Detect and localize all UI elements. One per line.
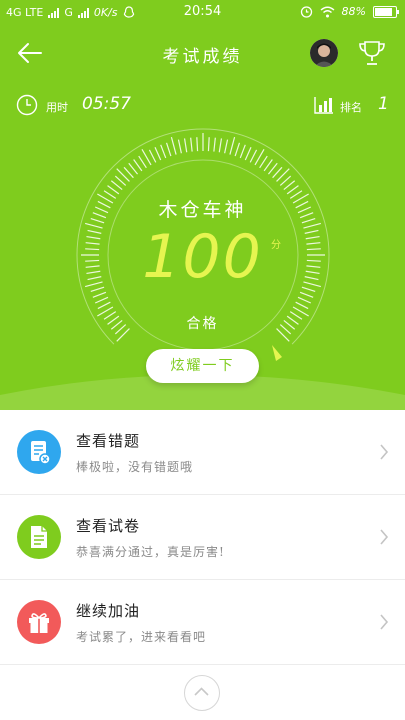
gauge-tick	[272, 166, 283, 179]
gift-icon	[17, 600, 61, 644]
gauge-tick	[263, 159, 273, 172]
chevron-right-icon	[380, 529, 389, 545]
exam-paper-icon	[17, 515, 61, 559]
gauge-tick	[207, 137, 210, 152]
scroll-up-button[interactable]	[184, 675, 220, 711]
gauge-tick	[128, 162, 139, 175]
action-list: 查看错题 棒极啦，没有错题哦 查看试卷 恭喜满分通过，真是厉害! 继续加油 考试…	[0, 410, 405, 665]
pass-status: 合格	[186, 316, 219, 332]
gauge-tick	[190, 137, 193, 152]
gauge-tick	[107, 185, 120, 195]
gauge-tick	[138, 155, 147, 169]
gauge-tick	[110, 180, 123, 191]
wrong-questions-icon	[17, 430, 61, 474]
wrong-questions-item[interactable]: 查看错题 棒极啦，没有错题哦	[0, 410, 405, 495]
item-subtitle: 考试累了，进来看看吧	[76, 630, 207, 644]
gauge-tick	[295, 301, 309, 310]
gauge-tick	[165, 142, 172, 157]
share-button[interactable]: 炫耀一下	[146, 349, 259, 383]
chevron-right-icon	[380, 614, 389, 630]
item-title: 继续加油	[76, 602, 141, 620]
item-subtitle: 棒极啦，没有错题哦	[76, 460, 194, 474]
gauge-tick	[218, 138, 223, 153]
gauge-tick	[97, 301, 111, 310]
gauge-tick	[148, 149, 157, 163]
item-subtitle: 恭喜满分通过，真是厉害!	[76, 545, 225, 559]
score-title: 木仓车神	[158, 199, 247, 221]
gauge-tick	[213, 137, 216, 152]
chevron-right-icon	[380, 444, 389, 460]
gauge-tick	[249, 149, 258, 163]
chevron-up-icon	[194, 687, 209, 696]
gauge-tick	[92, 291, 107, 298]
gauge-tick	[297, 296, 312, 304]
gauge-tick	[133, 159, 143, 172]
score-unit: 分	[271, 240, 281, 251]
gauge-tick	[299, 291, 314, 298]
score-hero: 4G LTE G 0K/s 20:54 88% 考试成绩 用时 05:57 排名…	[0, 0, 405, 410]
gauge-tick	[244, 146, 252, 161]
item-title: 查看错题	[76, 432, 141, 450]
gauge-tick	[224, 139, 229, 154]
score-value: 100	[142, 222, 263, 292]
gauge-tick	[267, 162, 278, 175]
gauge-tick	[286, 185, 299, 195]
gauge-tick	[94, 296, 109, 304]
gauge-tick	[177, 139, 182, 154]
gauge-tick	[183, 138, 188, 153]
exam-paper-item[interactable]: 查看试卷 恭喜满分通过，真是厉害!	[0, 495, 405, 580]
gauge-tick	[234, 142, 241, 157]
gauge-tick	[123, 166, 134, 179]
gauge-tick	[279, 175, 292, 186]
gauge-tick	[229, 137, 236, 155]
keep-going-item[interactable]: 继续加油 考试累了，进来看看吧	[0, 580, 405, 665]
gauge-tick	[114, 175, 127, 186]
gauge-tick	[283, 180, 296, 191]
gauge-tick	[196, 137, 199, 152]
item-title: 查看试卷	[76, 517, 141, 535]
gauge-tick	[239, 144, 246, 159]
gauge-tick	[154, 146, 162, 161]
gauge-tick	[160, 144, 167, 159]
gauge-tick	[170, 137, 177, 155]
gauge-tick	[259, 155, 268, 169]
